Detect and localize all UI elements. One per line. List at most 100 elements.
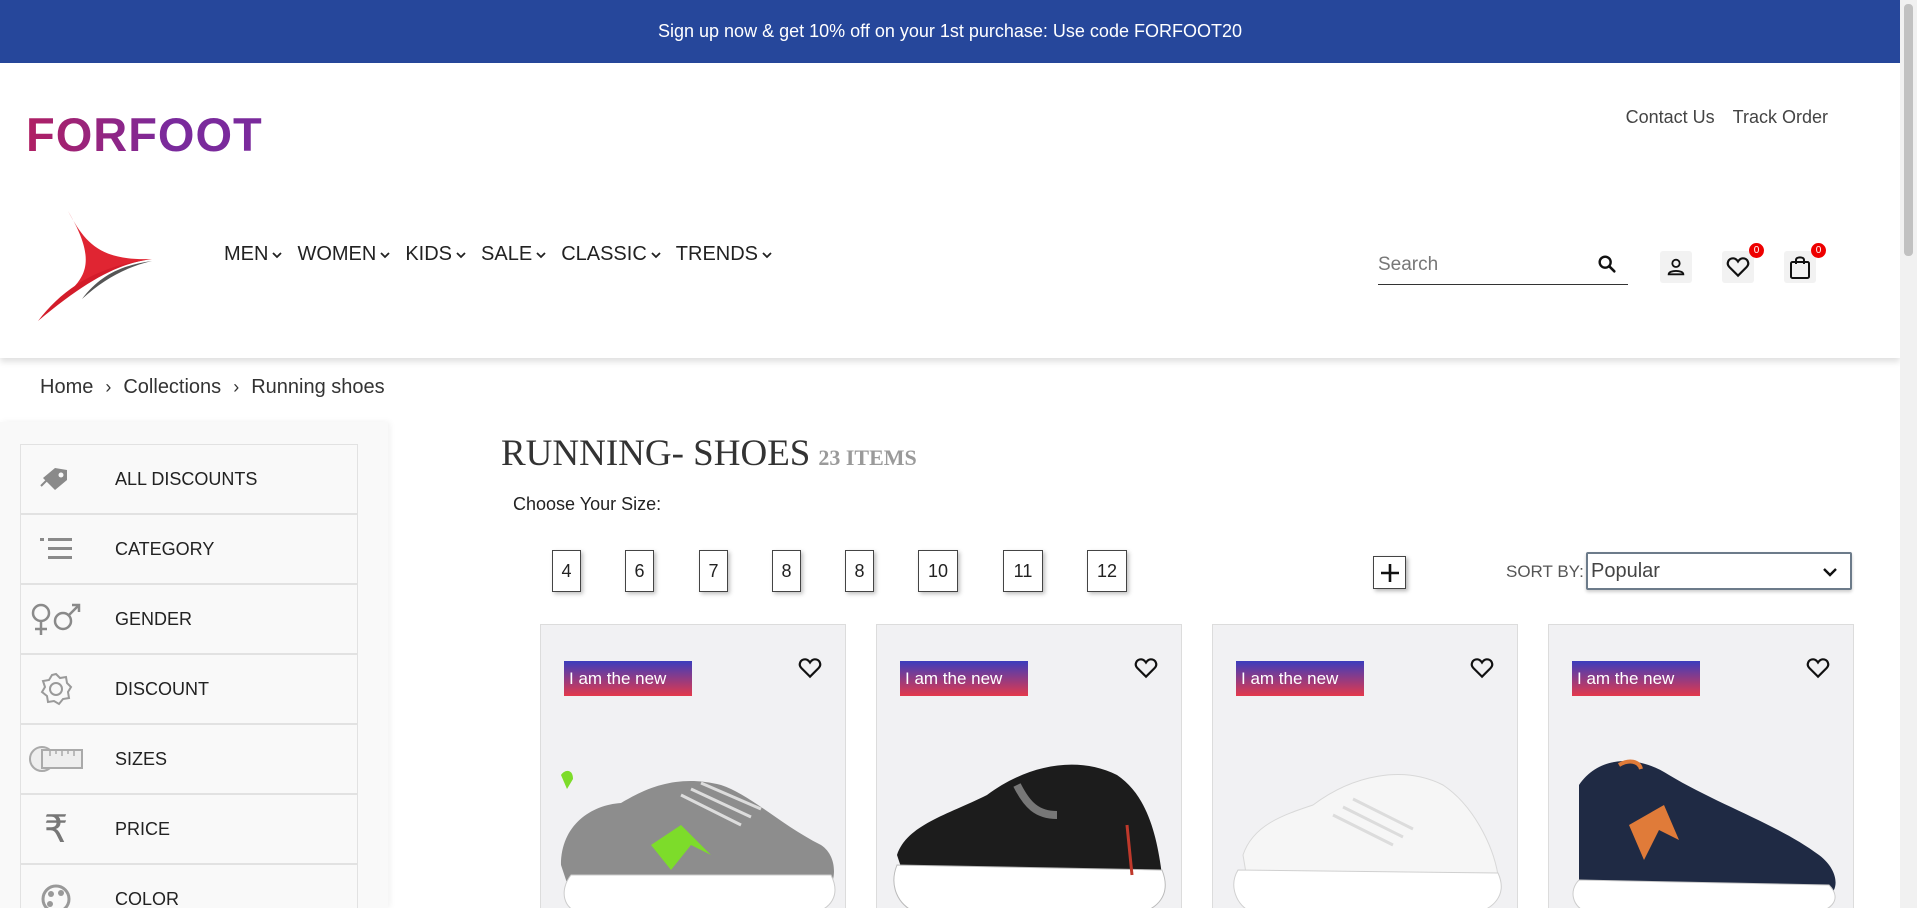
new-tag: I am the new <box>1236 661 1364 696</box>
contact-us-link[interactable]: Contact Us <box>1626 107 1715 128</box>
size-option-4[interactable]: 4 <box>552 550 581 592</box>
product-image <box>1233 774 1502 908</box>
chevron-right-icon: › <box>233 377 240 397</box>
account-button[interactable] <box>1660 251 1692 283</box>
nav-label: KIDS <box>405 243 453 265</box>
size-option-8b[interactable]: 8 <box>845 550 874 592</box>
page-title: RUNNING- SHOES 23 ITEMS <box>501 432 917 475</box>
collection-title: RUNNING- SHOES <box>501 433 811 474</box>
filter-label: DISCOUNT <box>115 678 209 699</box>
new-tag: I am the new <box>900 661 1028 696</box>
nav-women[interactable]: WOMEN <box>297 243 390 266</box>
main-nav: MEN WOMEN KIDS SALE CLASSIC TRENDS <box>224 243 772 266</box>
filter-color[interactable]: COLOR <box>20 864 358 908</box>
filter-label: ALL DISCOUNTS <box>115 468 258 489</box>
sort-select-value: Popular <box>1591 559 1660 582</box>
new-tag: I am the new <box>564 661 692 696</box>
size-option-6[interactable]: 6 <box>625 550 654 592</box>
wishlist-button[interactable]: 0 <box>1722 243 1764 283</box>
heart-icon[interactable] <box>1469 655 1495 681</box>
promo-text: Sign up now & get 10% off on your 1st pu… <box>658 21 1242 41</box>
filter-label: COLOR <box>115 888 180 908</box>
size-option-12[interactable]: 12 <box>1087 550 1127 592</box>
choose-size-label: Choose Your Size: <box>513 494 662 514</box>
user-icon <box>1667 258 1685 276</box>
filter-category[interactable]: CATEGORY <box>20 514 358 584</box>
filter-label: PRICE <box>115 818 171 839</box>
nav-label: TRENDS <box>675 243 759 265</box>
more-sizes-button[interactable] <box>1373 556 1406 589</box>
nav-label: WOMEN <box>297 243 377 265</box>
breadcrumb-collections[interactable]: Collections <box>123 376 221 399</box>
tag-icon <box>21 444 91 514</box>
sort-by-label: SORT BY: <box>1506 562 1584 581</box>
gender-icon <box>21 584 91 654</box>
page-scrollbar[interactable] <box>1900 0 1917 908</box>
heart-icon <box>1726 257 1750 278</box>
nav-sale[interactable]: SALE <box>481 243 546 266</box>
plus-icon <box>1380 563 1399 582</box>
filter-all-discounts[interactable]: ALL DISCOUNTS <box>20 444 358 514</box>
filter-gender[interactable]: GENDER <box>20 584 358 654</box>
palette-icon <box>21 864 91 908</box>
cart-button[interactable]: 0 <box>1784 243 1826 283</box>
chevron-down-icon <box>651 251 661 258</box>
track-order-link[interactable]: Track Order <box>1733 107 1828 128</box>
wishlist-count-badge: 0 <box>1749 243 1764 258</box>
size-option-8[interactable]: 8 <box>772 550 801 592</box>
filter-discount[interactable]: DISCOUNT <box>20 654 358 724</box>
new-tag: I am the new <box>1572 661 1700 696</box>
heart-icon[interactable] <box>1805 655 1831 681</box>
discount-badge-icon <box>21 654 91 724</box>
nav-label: SALE <box>481 243 533 265</box>
product-card[interactable]: I am the new <box>876 624 1182 908</box>
breadcrumb: Home › Collections › Running shoes <box>40 376 385 399</box>
product-image <box>561 770 836 908</box>
brand-logo-icon[interactable] <box>30 203 158 323</box>
chevron-down-icon <box>456 251 466 258</box>
chevron-down-icon <box>762 251 772 258</box>
filter-label: SIZES <box>115 748 168 769</box>
search-box <box>1378 245 1628 285</box>
size-option-7[interactable]: 7 <box>699 550 728 592</box>
product-card[interactable]: I am the new <box>1548 624 1854 908</box>
item-count: 23 ITEMS <box>818 445 917 470</box>
size-option-11[interactable]: 11 <box>1003 550 1043 592</box>
nav-label: CLASSIC <box>561 243 647 265</box>
product-image <box>893 764 1166 908</box>
site-header: FORFOOT Contact Us Track Order MEN WOMEN… <box>0 63 1900 358</box>
product-image <box>1572 759 1836 908</box>
size-option-10[interactable]: 10 <box>918 550 958 592</box>
nav-kids[interactable]: KIDS <box>405 243 466 266</box>
filter-sidebar: ALL DISCOUNTS CATEGORY GENDER DISCOUNT S… <box>0 422 388 908</box>
breadcrumb-current: Running shoes <box>251 376 385 398</box>
promo-banner: Sign up now & get 10% off on your 1st pu… <box>0 0 1900 63</box>
heart-icon[interactable] <box>1133 655 1159 681</box>
chevron-down-icon <box>536 251 546 258</box>
nav-men[interactable]: MEN <box>224 243 283 266</box>
nav-classic[interactable]: CLASSIC <box>561 243 661 266</box>
brand-wordmark[interactable]: FORFOOT <box>26 107 263 162</box>
filter-label: CATEGORY <box>115 538 215 559</box>
cart-count-badge: 0 <box>1811 243 1826 258</box>
filter-price[interactable]: ₹ PRICE <box>20 794 358 864</box>
search-icon[interactable] <box>1596 253 1618 275</box>
shopping-bag-icon <box>1790 256 1810 279</box>
list-icon <box>21 514 91 584</box>
chevron-down-icon <box>380 251 390 258</box>
nav-trends[interactable]: TRENDS <box>676 243 772 266</box>
product-card[interactable]: I am the new <box>1212 624 1518 908</box>
chevron-down-icon <box>272 251 283 258</box>
top-links: Contact Us Track Order <box>1626 107 1828 128</box>
product-card[interactable]: I am the new <box>540 624 846 908</box>
scrollbar-thumb[interactable] <box>1904 4 1913 256</box>
sort-select[interactable]: Popular <box>1586 552 1852 590</box>
search-input[interactable] <box>1378 253 1588 276</box>
filter-label: GENDER <box>115 608 193 629</box>
nav-label: MEN <box>224 243 269 265</box>
filter-sizes[interactable]: SIZES <box>20 724 358 794</box>
heart-icon[interactable] <box>797 655 823 681</box>
rupee-icon: ₹ <box>43 807 69 851</box>
chevron-right-icon: › <box>105 377 112 397</box>
breadcrumb-home[interactable]: Home <box>40 376 93 399</box>
